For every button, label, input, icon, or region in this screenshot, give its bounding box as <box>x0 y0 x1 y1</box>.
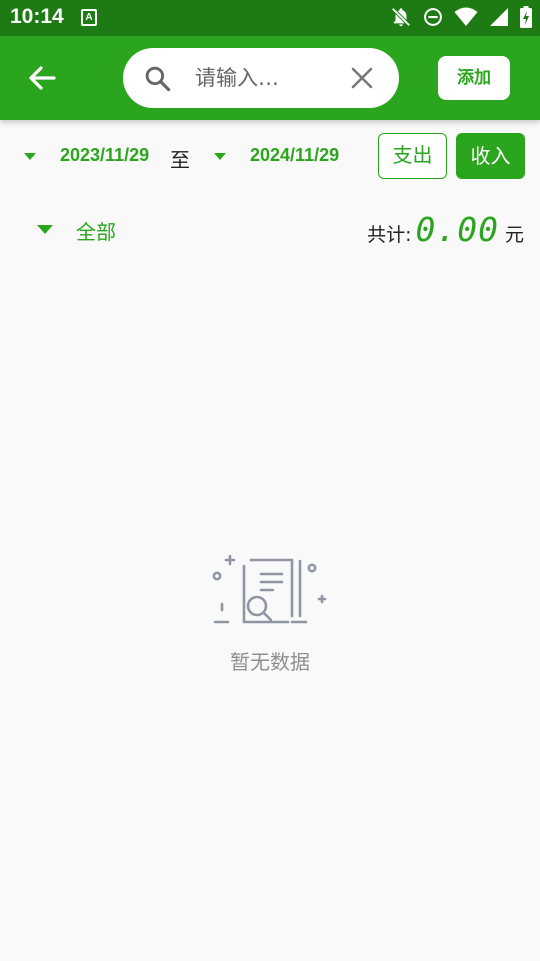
app-bar: 添加 <box>0 36 540 120</box>
date-range-row: 2023/11/29 至 2024/11/29 支出 收入 <box>0 132 540 180</box>
start-date-dropdown-icon[interactable] <box>24 153 36 160</box>
do-not-disturb-icon <box>424 8 442 26</box>
filter-row: 全部 共计: 0.00 元 <box>0 206 540 252</box>
wifi-icon <box>454 7 478 26</box>
total-summary: 共计: 0.00 元 <box>367 210 524 249</box>
total-value: 0.00 <box>415 210 499 249</box>
total-label: 共计: <box>367 224 412 246</box>
app-notification-icon: A <box>81 9 97 26</box>
cell-signal-icon <box>490 8 508 26</box>
battery-charging-icon <box>520 6 532 28</box>
end-date-dropdown-icon[interactable] <box>214 153 226 160</box>
currency-unit: 元 <box>504 224 524 246</box>
status-time: 10:14 <box>10 5 64 28</box>
arrow-left-icon[interactable] <box>22 58 62 98</box>
close-icon[interactable] <box>349 65 375 91</box>
expense-button[interactable]: 支出 <box>378 133 447 179</box>
income-button[interactable]: 收入 <box>456 133 525 179</box>
start-date[interactable]: 2023/11/29 <box>60 145 149 166</box>
search-box[interactable] <box>123 48 399 108</box>
date-separator: 至 <box>170 148 190 172</box>
end-date[interactable]: 2024/11/29 <box>250 145 339 166</box>
add-button[interactable]: 添加 <box>438 56 510 100</box>
category-dropdown-icon[interactable] <box>37 225 53 234</box>
document-search-icon <box>212 554 327 624</box>
empty-message: 暂无数据 <box>230 650 310 674</box>
notifications-off-icon <box>391 7 411 27</box>
status-icons <box>390 6 532 28</box>
search-icon <box>145 66 171 92</box>
empty-state: 暂无数据 <box>0 546 540 674</box>
search-input[interactable] <box>195 62 340 94</box>
status-bar: 10:14 A <box>0 0 540 36</box>
category-filter[interactable]: 全部 <box>76 216 116 245</box>
